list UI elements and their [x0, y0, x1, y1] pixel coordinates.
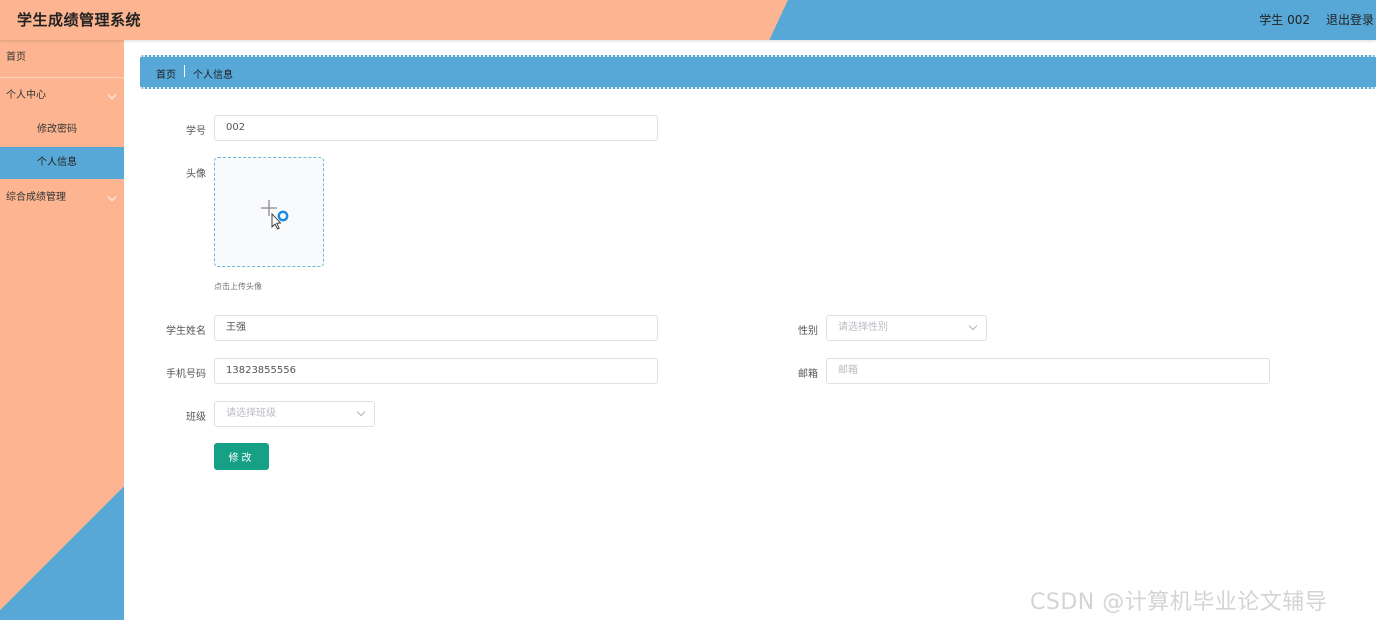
sidebar-item-label: 个人信息 — [37, 157, 77, 168]
chevron-down-icon — [356, 407, 366, 417]
upload-plus-icon — [261, 200, 289, 230]
breadcrumb-home[interactable]: 首页 — [156, 66, 176, 81]
sidebar-item-home[interactable]: 首页 — [0, 43, 124, 73]
chevron-down-icon — [107, 90, 117, 100]
modify-button[interactable]: 修改 — [214, 443, 269, 470]
sidebar-divider — [0, 77, 124, 78]
email-label: 邮箱 — [798, 369, 818, 380]
sidebar-item-label: 首页 — [6, 52, 26, 63]
class-label: 班级 — [186, 412, 206, 423]
phone-label: 手机号码 — [166, 369, 206, 380]
class-select[interactable]: 请选择班级 — [214, 401, 375, 427]
sidebar-item-personal-info[interactable]: 个人信息 — [0, 147, 124, 179]
sidebar: 首页 个人中心 修改密码 个人信息 综合成绩管理 — [0, 40, 124, 620]
sidebar-item-personal-center[interactable]: 个人中心 — [0, 81, 124, 111]
app-title: 学生成绩管理系统 — [17, 11, 142, 29]
upload-hint: 点击上传头像 — [214, 282, 262, 291]
breadcrumb-current: 个人信息 — [193, 70, 233, 81]
class-select-placeholder: 请选择班级 — [226, 408, 276, 419]
avatar-label: 头像 — [186, 169, 206, 180]
chevron-down-icon — [107, 192, 117, 202]
sidebar-item-label: 修改密码 — [37, 124, 77, 135]
gender-select[interactable]: 请选择性别 — [826, 315, 987, 341]
sidebar-item-change-password[interactable]: 修改密码 — [0, 115, 124, 145]
student-id-label: 学号 — [186, 126, 206, 137]
top-header: 学生成绩管理系统 学生 002 退出登录 — [0, 0, 1376, 40]
avatar-upload[interactable] — [214, 157, 324, 267]
student-name-input[interactable]: 王强 — [214, 315, 658, 341]
student-name-label: 学生姓名 — [166, 326, 206, 337]
email-input[interactable]: 邮箱 — [826, 358, 1270, 384]
breadcrumb-separator — [184, 65, 185, 77]
phone-input[interactable]: 13823855556 — [214, 358, 658, 384]
sidebar-item-grade-management[interactable]: 综合成绩管理 — [0, 183, 124, 213]
sidebar-item-label: 综合成绩管理 — [6, 192, 66, 203]
watermark: CSDN @计算机毕业论文辅导 — [1030, 590, 1328, 615]
logout-link[interactable]: 退出登录 — [1326, 11, 1374, 28]
student-id-input[interactable]: 002 — [214, 115, 658, 141]
breadcrumb: 首页 个人信息 — [140, 55, 1376, 89]
gender-label: 性别 — [798, 326, 818, 337]
gender-select-placeholder: 请选择性别 — [838, 322, 888, 333]
sidebar-item-label: 个人中心 — [6, 90, 46, 101]
chevron-down-icon — [968, 321, 978, 331]
current-user: 学生 002 — [1259, 13, 1310, 27]
